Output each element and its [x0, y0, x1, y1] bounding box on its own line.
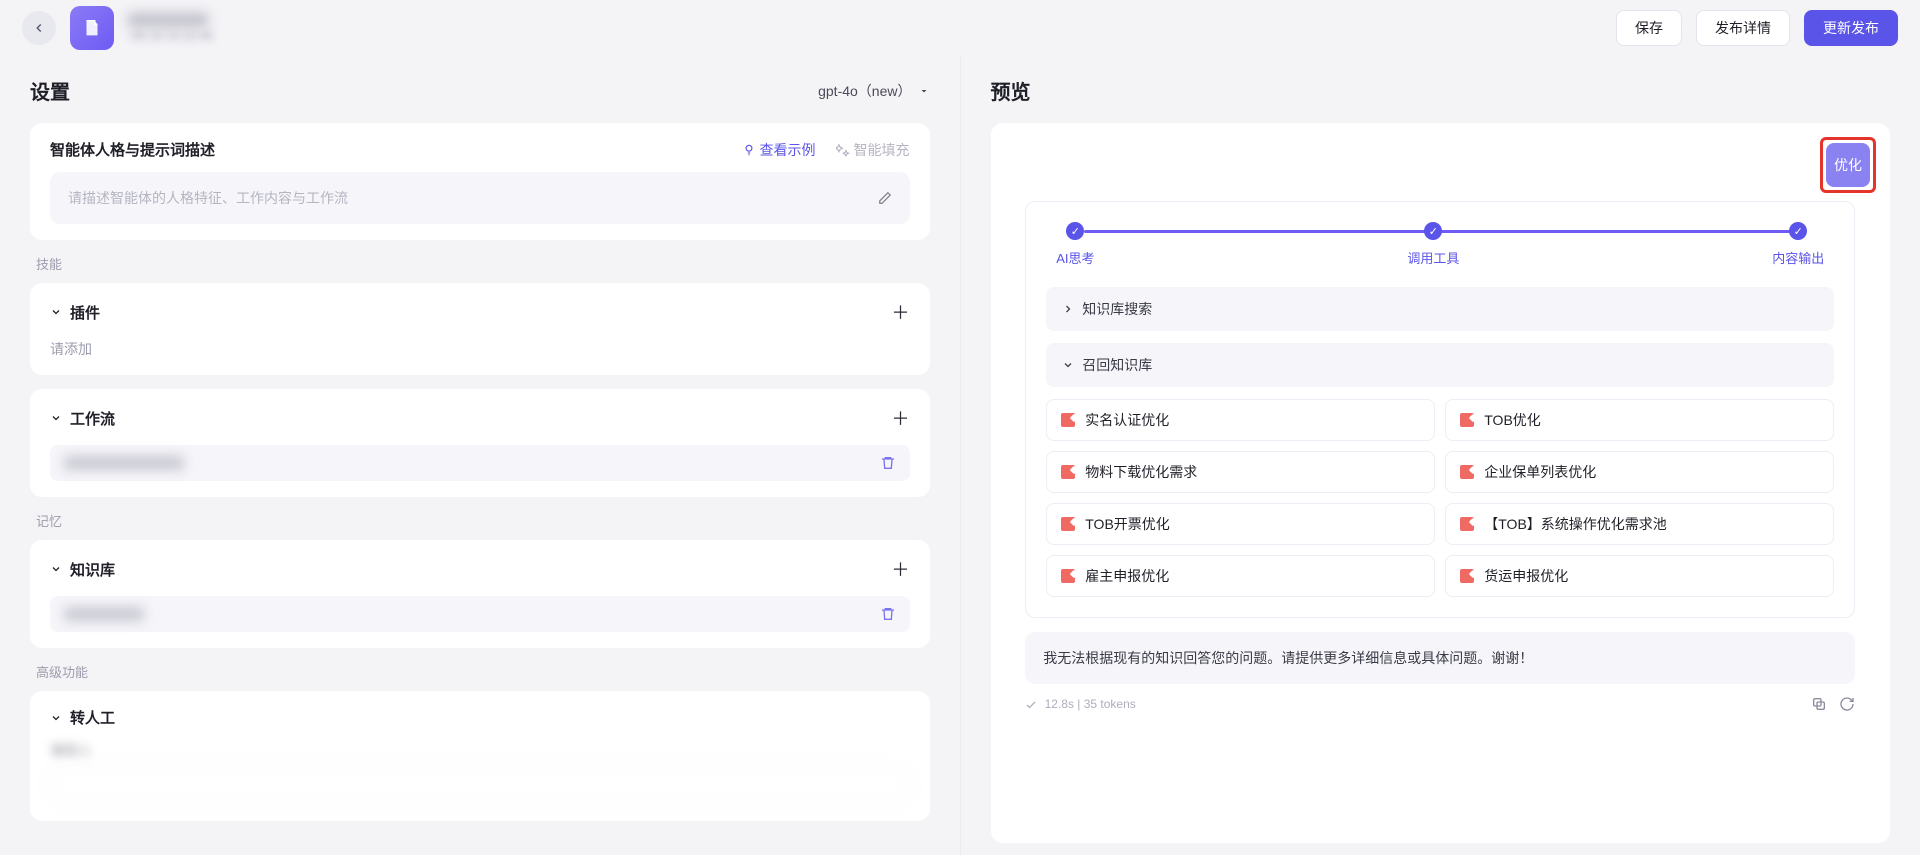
- human-toggle[interactable]: 转人工: [50, 707, 115, 728]
- human-sublabel: 联系人: [50, 740, 910, 759]
- save-button[interactable]: 保存: [1616, 10, 1682, 46]
- step-tool-call: ✓ 调用工具: [1407, 222, 1459, 267]
- view-example-link[interactable]: 查看示例: [742, 140, 816, 160]
- skill-section-label: 技能: [36, 254, 924, 273]
- memory-section-label: 记忆: [36, 511, 924, 530]
- kb-result-item[interactable]: 【TOB】系统操作优化需求池: [1445, 503, 1834, 545]
- update-publish-button[interactable]: 更新发布: [1804, 10, 1898, 46]
- chevron-down-icon: [50, 712, 62, 724]
- persona-input[interactable]: 请描述智能体的人格特征、工作内容与工作流: [50, 172, 910, 224]
- kb-result-item[interactable]: TOB开票优化: [1046, 503, 1435, 545]
- step-ai-think: ✓ AI思考: [1056, 222, 1094, 267]
- plugin-empty: 请添加: [50, 339, 910, 359]
- reply-meta: 12.8s | 35 tokens: [1025, 697, 1136, 711]
- chevron-down-icon: [50, 412, 62, 424]
- add-plugin-button[interactable]: ＋: [892, 299, 910, 325]
- refresh-button[interactable]: [1839, 696, 1855, 712]
- advanced-section-label: 高级功能: [36, 662, 924, 681]
- back-button[interactable]: [22, 11, 56, 45]
- kb-toggle[interactable]: 知识库: [50, 559, 115, 580]
- settings-title: 设置: [30, 76, 70, 105]
- doc-icon: [1061, 465, 1075, 479]
- edit-icon[interactable]: [878, 191, 892, 205]
- app-title: [128, 13, 213, 27]
- kb-result-item[interactable]: 实名认证优化: [1046, 399, 1435, 441]
- doc-icon: [1460, 465, 1474, 479]
- model-select[interactable]: gpt-4o（new）: [818, 81, 929, 101]
- persona-title: 智能体人格与提示词描述: [50, 139, 215, 160]
- add-workflow-button[interactable]: ＋: [892, 405, 910, 431]
- persona-placeholder: 请描述智能体的人格特征、工作内容与工作流: [68, 188, 348, 208]
- highlight-frame: 优化: [1820, 137, 1876, 193]
- doc-icon: [1460, 569, 1474, 583]
- auto-fill-link[interactable]: 智能填充: [836, 140, 910, 160]
- publish-detail-button[interactable]: 发布详情: [1696, 10, 1790, 46]
- chevron-right-icon: [1062, 303, 1074, 315]
- delete-kb-icon[interactable]: [880, 606, 896, 622]
- lightbulb-icon: [742, 143, 756, 157]
- kb-item[interactable]: [50, 596, 910, 632]
- workflow-item[interactable]: [50, 445, 910, 481]
- chevron-down-icon: [50, 563, 62, 575]
- add-kb-button[interactable]: ＋: [892, 556, 910, 582]
- kb-result-item[interactable]: 货运申报优化: [1445, 555, 1834, 597]
- magic-icon: [836, 143, 850, 157]
- preview-title: 预览: [991, 76, 1031, 105]
- doc-icon: [1460, 517, 1474, 531]
- doc-icon: [1460, 413, 1474, 427]
- model-label: gpt-4o（new）: [818, 81, 911, 101]
- kb-search-row[interactable]: 知识库搜索: [1046, 287, 1834, 331]
- app-subtitle: -06-16 15:10:46: [128, 29, 213, 43]
- check-icon: [1025, 699, 1037, 711]
- reply-text: 我无法根据现有的知识回答您的问题。请提供更多详细信息或具体问题。谢谢！: [1025, 632, 1855, 684]
- copy-button[interactable]: [1811, 696, 1827, 712]
- doc-icon: [1061, 517, 1075, 531]
- kb-recall-row[interactable]: 召回知识库: [1046, 343, 1834, 387]
- plugin-toggle[interactable]: 插件: [50, 302, 100, 323]
- chevron-down-icon: [50, 306, 62, 318]
- kb-result-item[interactable]: 企业保单列表优化: [1445, 451, 1834, 493]
- step-output: ✓ 内容输出: [1772, 222, 1824, 267]
- chevron-down-icon: [918, 85, 930, 97]
- workflow-toggle[interactable]: 工作流: [50, 408, 115, 429]
- kb-result-item[interactable]: 雇主申报优化: [1046, 555, 1435, 597]
- doc-icon: [1061, 413, 1075, 427]
- kb-result-item[interactable]: TOB优化: [1445, 399, 1834, 441]
- optimize-button[interactable]: 优化: [1826, 143, 1870, 187]
- delete-workflow-icon[interactable]: [880, 455, 896, 471]
- human-input[interactable]: [50, 767, 910, 805]
- app-logo-icon: [70, 6, 114, 50]
- chevron-down-icon: [1062, 359, 1074, 371]
- doc-icon: [1061, 569, 1075, 583]
- kb-result-item[interactable]: 物料下载优化需求: [1046, 451, 1435, 493]
